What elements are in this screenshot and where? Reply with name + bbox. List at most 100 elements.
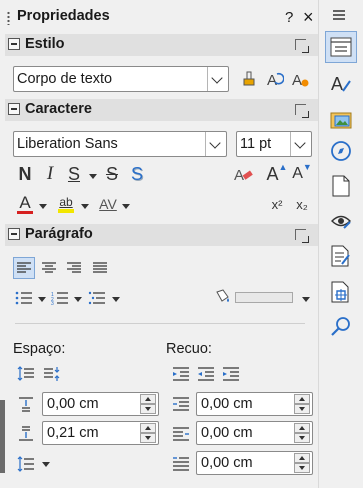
- divider: [15, 323, 305, 324]
- outline-dropdown-icon[interactable]: [112, 297, 120, 302]
- background-color-icon[interactable]: [212, 286, 234, 308]
- more-options-icon[interactable]: [295, 39, 309, 53]
- numbered-list-icon: 123: [51, 292, 68, 305]
- superscript-button[interactable]: x²: [266, 193, 288, 215]
- bullet-list-button[interactable]: [13, 287, 35, 309]
- highlight-label: ab: [59, 195, 73, 209]
- bullet-list-icon: [15, 291, 32, 305]
- align-left-icon: [17, 262, 31, 273]
- align-right-button[interactable]: [63, 257, 85, 279]
- font-color-dropdown-icon[interactable]: [39, 204, 47, 209]
- espaco-label: Espaço:: [13, 341, 66, 357]
- new-style-icon[interactable]: A: [289, 68, 311, 90]
- font-name-select[interactable]: Liberation Sans: [13, 131, 227, 157]
- collapse-icon[interactable]: [8, 103, 20, 115]
- chevron-down-icon[interactable]: [205, 132, 226, 156]
- below-paragraph-spacing-icon: [15, 423, 37, 445]
- more-options-icon[interactable]: [295, 104, 309, 118]
- below-paragraph-spacing-field[interactable]: 0,21 cm: [42, 421, 159, 445]
- collapse-icon[interactable]: [8, 38, 20, 50]
- shadow-button[interactable]: S: [126, 163, 148, 185]
- character-spacing-button[interactable]: AV: [97, 193, 119, 215]
- before-text-indent-field[interactable]: 0,00 cm: [196, 392, 313, 416]
- outline-list-button[interactable]: [86, 287, 108, 309]
- grow-font-label: A: [266, 163, 279, 184]
- design-icon: [331, 281, 349, 303]
- properties-icon: [330, 37, 352, 57]
- section-estilo-header[interactable]: Estilo: [5, 34, 318, 56]
- tab-page[interactable]: [325, 170, 357, 202]
- grow-font-button[interactable]: A ▲: [266, 162, 288, 185]
- font-size-select[interactable]: 11 pt: [236, 131, 312, 157]
- above-paragraph-spacing-field[interactable]: 0,00 cm: [42, 392, 159, 416]
- shrink-font-button[interactable]: A ▼: [291, 162, 313, 185]
- tab-styles[interactable]: A: [325, 67, 357, 99]
- decrease-spacing-icon[interactable]: [41, 363, 63, 385]
- paragraph-style-select[interactable]: Corpo de texto: [13, 66, 229, 92]
- tab-design[interactable]: [325, 276, 357, 308]
- font-color-button[interactable]: A: [14, 193, 36, 215]
- highlight-button[interactable]: ab: [55, 193, 77, 215]
- tab-navigator[interactable]: [325, 135, 357, 167]
- underline-button[interactable]: S: [63, 163, 85, 185]
- line-spacing-dropdown-icon[interactable]: [42, 462, 50, 467]
- highlight-swatch: [58, 209, 74, 213]
- numbered-dropdown-icon[interactable]: [74, 297, 82, 302]
- hanging-indent-icon[interactable]: [220, 363, 242, 385]
- chevron-down-icon[interactable]: [290, 132, 311, 156]
- svg-text:A: A: [267, 72, 277, 88]
- background-dropdown-icon[interactable]: [302, 297, 310, 302]
- underline-dropdown-icon[interactable]: [89, 174, 97, 179]
- after-indent-value: 0,00 cm: [201, 425, 253, 441]
- decrement-button[interactable]: [294, 433, 310, 443]
- numbered-list-button[interactable]: 123: [49, 287, 71, 309]
- first-line-indent-field[interactable]: 0,00 cm: [196, 451, 313, 475]
- sidebar-collapse-handle[interactable]: [0, 400, 5, 473]
- increment-button[interactable]: [140, 423, 156, 433]
- align-left-button[interactable]: [13, 257, 35, 279]
- bold-button[interactable]: N: [14, 163, 36, 185]
- style-fill-icon[interactable]: [239, 68, 261, 90]
- highlight-dropdown-icon[interactable]: [81, 204, 89, 209]
- collapse-icon[interactable]: [8, 228, 20, 240]
- properties-panel: Propriedades ? × Estilo Corpo de texto A…: [0, 0, 318, 488]
- background-color-swatch[interactable]: [235, 292, 293, 303]
- tab-style-inspector[interactable]: [325, 205, 357, 237]
- align-right-icon: [67, 262, 81, 273]
- spacing-dropdown-icon[interactable]: [122, 204, 130, 209]
- increment-button[interactable]: [294, 423, 310, 433]
- italic-button[interactable]: I: [39, 163, 61, 185]
- section-paragrafo-header[interactable]: Parágrafo: [5, 224, 318, 246]
- decrement-button[interactable]: [294, 404, 310, 414]
- tab-gallery[interactable]: [325, 103, 357, 135]
- strikethrough-button[interactable]: S: [101, 163, 123, 185]
- align-center-button[interactable]: [38, 257, 60, 279]
- tab-find[interactable]: [325, 310, 357, 342]
- line-spacing-icon[interactable]: [15, 453, 37, 475]
- increase-indent-icon[interactable]: [170, 363, 192, 385]
- decrease-indent-icon[interactable]: [195, 363, 217, 385]
- justify-button[interactable]: [89, 257, 111, 279]
- chevron-down-icon[interactable]: [207, 67, 228, 91]
- bullet-dropdown-icon[interactable]: [38, 297, 46, 302]
- increment-button[interactable]: [294, 394, 310, 404]
- tab-manage-changes[interactable]: [325, 240, 357, 272]
- decrement-button[interactable]: [294, 463, 310, 473]
- panel-grip[interactable]: [7, 11, 10, 25]
- increment-button[interactable]: [294, 453, 310, 463]
- more-options-icon[interactable]: [295, 229, 309, 243]
- increment-button[interactable]: [140, 394, 156, 404]
- sidebar-menu-icon[interactable]: [332, 8, 346, 20]
- clear-formatting-icon[interactable]: A: [233, 163, 255, 185]
- after-text-indent-icon: [170, 423, 192, 445]
- update-style-icon[interactable]: A: [264, 68, 286, 90]
- decrement-button[interactable]: [140, 404, 156, 414]
- decrement-button[interactable]: [140, 433, 156, 443]
- tab-properties[interactable]: [325, 31, 357, 63]
- help-button[interactable]: ?: [285, 9, 293, 26]
- increase-spacing-icon[interactable]: [15, 363, 37, 385]
- after-text-indent-field[interactable]: 0,00 cm: [196, 421, 313, 445]
- subscript-button[interactable]: x₂: [291, 193, 313, 215]
- close-button[interactable]: ×: [303, 7, 314, 28]
- section-caractere-header[interactable]: Caractere: [5, 99, 318, 121]
